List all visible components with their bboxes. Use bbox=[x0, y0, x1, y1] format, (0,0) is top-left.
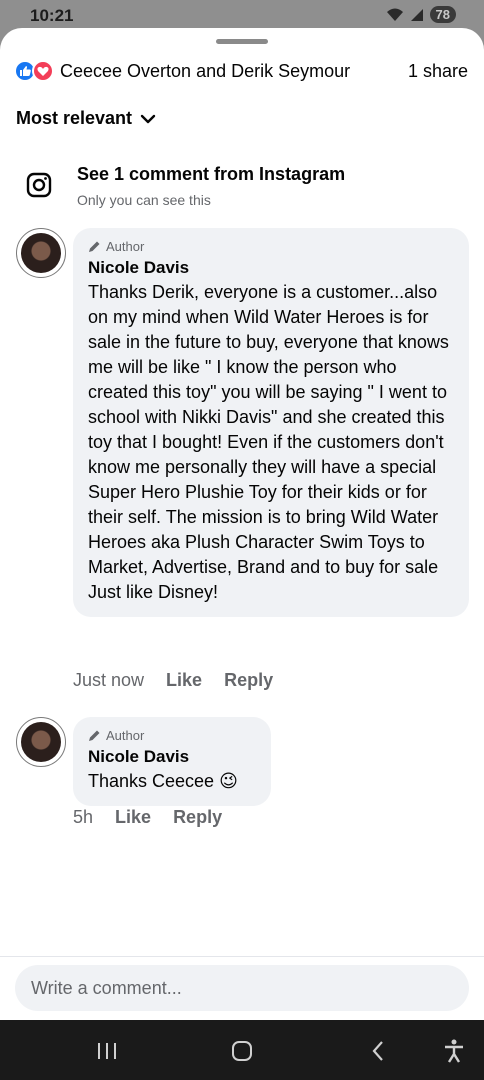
comments-sheet: Ceecee Overton and Derik Seymour 1 share… bbox=[0, 28, 484, 1020]
author-badge-label: Author bbox=[106, 238, 145, 254]
reply-button[interactable]: Reply bbox=[173, 807, 222, 828]
comment-bubble[interactable]: Author Nicole Davis Thanks Ceecee 😉 bbox=[73, 717, 271, 806]
comment-timestamp: 5h bbox=[73, 807, 94, 827]
comment-author-name[interactable]: Nicole Davis bbox=[88, 258, 453, 278]
reactions-row[interactable]: Ceecee Overton and Derik Seymour 1 share bbox=[14, 56, 468, 86]
system-nav-bar bbox=[0, 1020, 484, 1080]
comment-bubble[interactable]: Author Nicole Davis Thanks Derik, everyo… bbox=[73, 228, 469, 617]
avatar-photo bbox=[21, 233, 61, 273]
comment-text: Thanks Ceecee 😉 bbox=[88, 771, 238, 791]
drag-handle[interactable] bbox=[216, 39, 268, 44]
avatar[interactable] bbox=[16, 717, 66, 767]
love-reaction-icon bbox=[32, 60, 54, 82]
pencil-icon bbox=[89, 730, 100, 741]
chevron-down-icon bbox=[140, 114, 156, 123]
author-badge: Author bbox=[88, 727, 255, 743]
home-icon[interactable] bbox=[227, 1036, 257, 1066]
comment-author-name[interactable]: Nicole Davis bbox=[88, 747, 255, 767]
avatar-photo bbox=[21, 722, 61, 762]
comment-2-actions: 5h Like Reply bbox=[73, 807, 222, 828]
reaction-icons bbox=[14, 60, 56, 82]
reply-button[interactable]: Reply bbox=[224, 670, 273, 691]
instagram-icon bbox=[26, 172, 52, 198]
sort-label: Most relevant bbox=[16, 108, 133, 128]
status-time: 10:21 bbox=[30, 6, 74, 25]
pencil-icon bbox=[89, 241, 100, 252]
sort-selector[interactable]: Most relevant bbox=[16, 108, 156, 129]
battery-indicator: 78 bbox=[429, 6, 456, 23]
instagram-comments-notice[interactable]: See 1 comment from Instagram Only you ca… bbox=[24, 162, 464, 214]
wifi-icon bbox=[386, 8, 403, 21]
instagram-notice-title: See 1 comment from Instagram bbox=[77, 164, 346, 184]
back-icon[interactable] bbox=[363, 1036, 393, 1066]
comment-timestamp: Just now bbox=[73, 670, 145, 690]
comment-input[interactable] bbox=[15, 965, 469, 1011]
accessibility-icon[interactable] bbox=[439, 1036, 469, 1066]
recent-apps-icon[interactable] bbox=[92, 1036, 122, 1066]
status-icons: 78 bbox=[386, 6, 456, 23]
instagram-notice-subtitle: Only you can see this bbox=[77, 192, 211, 208]
share-count[interactable]: 1 share bbox=[408, 61, 468, 82]
signal-icon bbox=[410, 8, 423, 21]
author-badge-label: Author bbox=[106, 727, 145, 743]
reaction-names[interactable]: Ceecee Overton and Derik Seymour bbox=[60, 61, 350, 82]
like-button[interactable]: Like bbox=[166, 670, 202, 691]
comment-1-actions: Just now Like Reply bbox=[73, 670, 273, 691]
avatar[interactable] bbox=[16, 228, 66, 278]
comment-composer bbox=[0, 956, 484, 1020]
like-button[interactable]: Like bbox=[115, 807, 151, 828]
comment-text: Thanks Derik, everyone is a customer...a… bbox=[88, 282, 449, 602]
author-badge: Author bbox=[88, 238, 453, 254]
